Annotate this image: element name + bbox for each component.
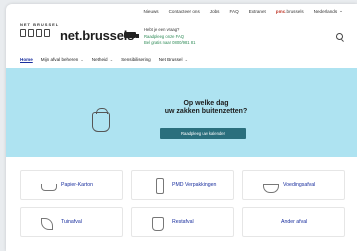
bin-icon: [28, 29, 34, 37]
browser-frame: Nieuws Contacteer ons Jobs FAQ Extranet …: [6, 4, 357, 251]
category-label: Ander afval: [281, 219, 308, 225]
logo-small-text: NET BRUSSEL: [20, 22, 60, 27]
chevron-down-icon: ⌄: [339, 8, 343, 13]
hero-title-line-2: uw zakken buitenzetten?: [164, 108, 248, 115]
pmc-prefix: pmc: [275, 8, 286, 14]
topnav-extranet[interactable]: Extranet: [249, 9, 266, 14]
language-label: Nederlands: [313, 8, 338, 14]
phone-link[interactable]: Bel gratis naar 0800/981 81: [144, 40, 195, 47]
help-box: Hebt je een vraag? Raadpleeg onze FAQ Be…: [144, 27, 195, 47]
bag-icon: [152, 217, 164, 231]
category-label: Tuinafval: [61, 219, 82, 225]
bottle-icon: [156, 178, 164, 194]
topnav-jobs[interactable]: Jobs: [210, 9, 220, 14]
topnav-news[interactable]: Nieuws: [144, 9, 159, 14]
category-card-pmd[interactable]: PMD Verpakkingen: [131, 170, 234, 200]
main-navigation: Home Mijn afval beheren ⌄ Netheid ⌄ Sens…: [20, 57, 188, 62]
calendar-button[interactable]: Raadpleeg uw kalender: [160, 128, 246, 139]
chevron-down-icon: ⌄: [183, 57, 188, 62]
top-strip: Nieuws Contacteer ons Jobs FAQ Extranet …: [6, 4, 357, 18]
language-selector[interactable]: Nederlands ⌄: [314, 8, 343, 14]
trash-bag-icon: [92, 108, 110, 132]
nav-label: Mijn afval beheren: [40, 57, 79, 62]
search-icon[interactable]: [336, 33, 343, 40]
nav-net-brussel[interactable]: Net Brussel ⌄: [159, 57, 188, 62]
category-card-papier[interactable]: Papier-Karton: [20, 170, 123, 200]
category-card-voeding[interactable]: Voedingsafval: [242, 170, 345, 200]
page: Nieuws Contacteer ons Jobs FAQ Extranet …: [0, 0, 357, 251]
nav-label: Netheid: [91, 57, 108, 62]
nav-netheid[interactable]: Netheid ⌄: [92, 57, 113, 62]
category-card-tuin[interactable]: Tuinafval: [20, 207, 123, 237]
nav-label: Net Brussel: [158, 57, 183, 62]
bin-icon: [36, 29, 42, 37]
hero-title-line-1: Op welke dag: [183, 100, 229, 107]
category-label: Voedingsafval: [283, 182, 316, 188]
bin-icon: [44, 29, 50, 37]
tray-icon: [41, 184, 57, 191]
leaf-icon: [41, 218, 53, 230]
chevron-down-icon: ⌄: [108, 57, 114, 62]
category-card-ander[interactable]: Ander afval: [242, 207, 345, 237]
chevron-down-icon: ⌄: [79, 57, 84, 62]
category-label: Papier-Karton: [61, 182, 94, 188]
truck-icon: [124, 32, 139, 38]
pmc-link[interactable]: pmc.brussels: [276, 9, 304, 14]
nav-mijn-afval[interactable]: Mijn afval beheren ⌄: [41, 57, 84, 62]
topnav-contact[interactable]: Contacteer ons: [169, 9, 200, 14]
nav-home[interactable]: Home: [20, 57, 33, 62]
category-label: Restafval: [172, 219, 194, 225]
pmc-suffix: .brussels: [285, 8, 304, 14]
topnav-faq[interactable]: FAQ: [229, 9, 238, 14]
bins-logo: [20, 29, 50, 37]
hero-title: Op welke dag uw zakken buitenzetten?: [151, 100, 261, 116]
bowl-icon: [263, 184, 279, 193]
bin-icon: [20, 29, 26, 37]
top-navigation: Nieuws Contacteer ons Jobs FAQ Extranet …: [144, 8, 343, 14]
category-label: PMD Verpakkingen: [172, 182, 217, 188]
category-card-rest[interactable]: Restafval: [131, 207, 234, 237]
nav-sensibilisering[interactable]: Sensibilisering: [121, 57, 151, 62]
